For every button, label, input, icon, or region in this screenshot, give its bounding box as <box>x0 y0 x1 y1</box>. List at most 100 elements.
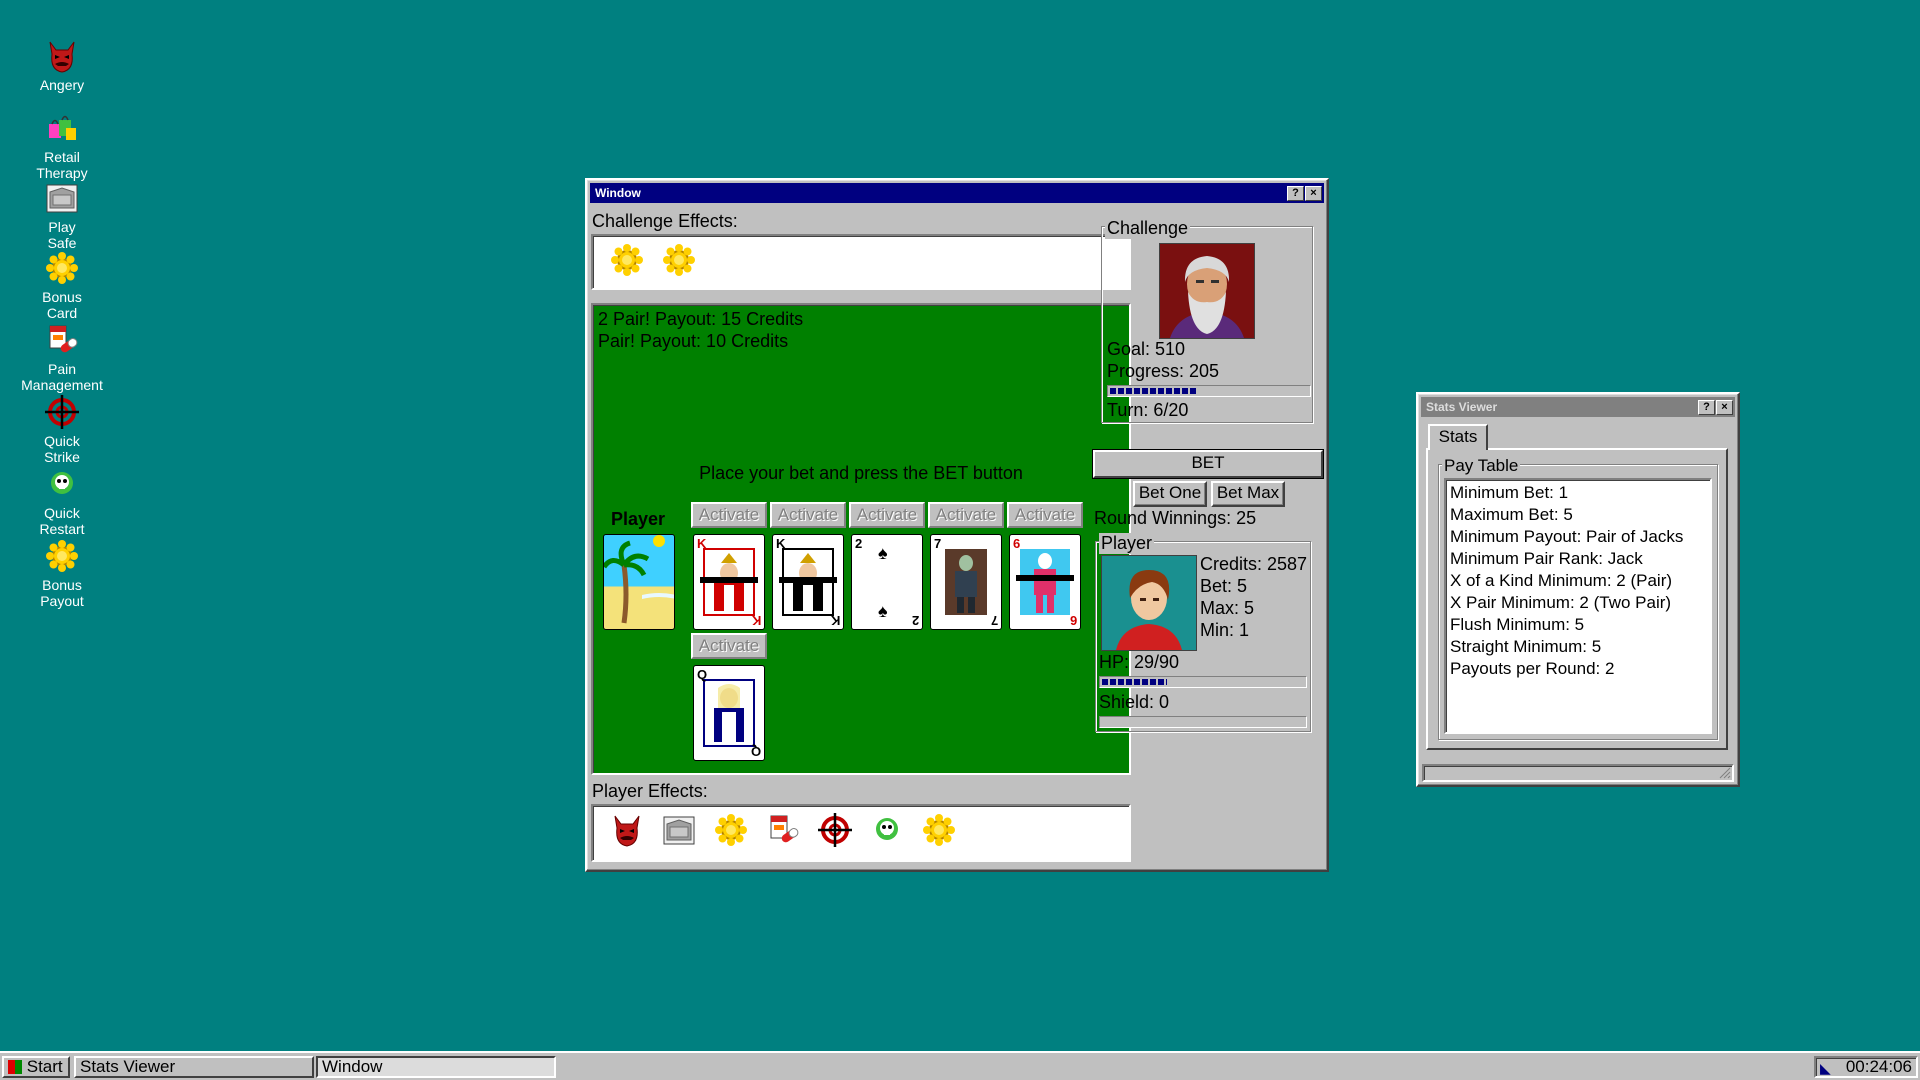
help-button[interactable]: ? <box>1287 186 1304 201</box>
activate-button[interactable]: Activate <box>849 502 925 528</box>
desktop-icon-retail-therapy[interactable]: Retail Therapy <box>14 110 110 181</box>
challenge-boss-portrait <box>1159 243 1255 339</box>
skull-icon <box>44 466 80 502</box>
stats-viewer-title: Stats Viewer <box>1426 400 1498 414</box>
player-max: Max: 5 <box>1200 598 1255 618</box>
gold-coin-icon[interactable] <box>661 242 697 278</box>
card-rank: Q <box>697 667 708 682</box>
pay-table-list[interactable]: Minimum Bet: 1 Maximum Bet: 5 Minimum Payo… <box>1444 478 1712 734</box>
bet-one-button[interactable]: Bet One <box>1133 481 1207 507</box>
challenge-progress: Progress: 205 <box>1107 361 1220 381</box>
crosshair-icon <box>44 394 80 430</box>
player-card[interactable] <box>603 534 675 630</box>
desktop-icon-angery[interactable]: Angery <box>14 38 110 93</box>
safe-icon <box>44 180 80 216</box>
desktop-icon-quick-restart[interactable]: Quick Restart <box>14 466 110 537</box>
hp-bar-fill <box>1102 679 1167 685</box>
hp-bar <box>1099 676 1307 688</box>
player-effects-label: Player Effects: <box>592 781 708 801</box>
playing-card[interactable]: KK <box>772 534 844 630</box>
activate-button[interactable]: Activate <box>1007 502 1083 528</box>
desktop-icon-play-safe[interactable]: Play Safe <box>14 180 110 251</box>
desktop-icon-label: Retail Therapy <box>36 149 88 181</box>
card-rank: 7 <box>934 536 942 551</box>
start-label: Start <box>26 1057 63 1076</box>
bet-max-button[interactable]: Bet Max <box>1211 481 1285 507</box>
start-button[interactable]: Start <box>2 1056 70 1078</box>
card-rank: K <box>697 536 707 551</box>
gold-coin-icon[interactable] <box>609 242 645 278</box>
playing-card[interactable]: ♠ ♠ 2 2 <box>851 534 923 630</box>
devil-face-icon[interactable] <box>609 812 645 848</box>
pay-table-item: X Pair Minimum: 2 (Two Pair) <box>1450 593 1672 612</box>
player-stats: Credits: 2587 Bet: 5 Max: 5 Min: 1 <box>1200 553 1307 641</box>
desktop-icon-label: Bonus Payout <box>40 577 84 609</box>
gold-coin-icon[interactable] <box>713 812 749 848</box>
card-rank: K <box>830 613 840 628</box>
safe-icon[interactable] <box>661 812 697 848</box>
system-tray: ◣ 00:24:06 <box>1814 1056 1918 1078</box>
stats-help-button[interactable]: ? <box>1698 400 1715 415</box>
player-portrait <box>1101 555 1197 651</box>
stats-close-button[interactable]: × <box>1716 400 1733 415</box>
card-rank: 6 <box>1013 536 1021 551</box>
pay-table-item: Minimum Bet: 1 <box>1450 483 1569 502</box>
resize-grip-icon[interactable] <box>1719 767 1731 779</box>
desktop-icon-pain-management[interactable]: Pain Management <box>14 322 110 393</box>
bet-button[interactable]: BET <box>1093 450 1323 478</box>
card-rank: 2 <box>855 536 863 551</box>
main-window-titlebar[interactable]: Window ? × <box>590 183 1324 203</box>
player-group-label: Player <box>1099 533 1155 554</box>
card-rank: 7 <box>990 613 998 628</box>
volume-icon[interactable]: ◣ <box>1820 1059 1831 1077</box>
stats-viewer-titlebar[interactable]: Stats Viewer ? × <box>1421 397 1735 417</box>
card-rank: 6 <box>1069 613 1077 628</box>
card-rank: K <box>751 613 761 628</box>
pills-icon[interactable] <box>765 812 801 848</box>
playing-card[interactable]: 66 <box>1009 534 1081 630</box>
desktop-icon-quick-strike[interactable]: Quick Strike <box>14 394 110 465</box>
status-bar <box>1422 764 1734 782</box>
window-title: Window <box>595 186 641 200</box>
challenge-turn: Turn: 6/20 <box>1107 400 1189 420</box>
pay-table-item: Payouts per Round: 2 <box>1450 659 1615 678</box>
playing-card[interactable]: 77 <box>930 534 1002 630</box>
pay-table-item: Minimum Pair Rank: Jack <box>1450 549 1643 568</box>
desktop-icon-label: Angery <box>39 77 85 93</box>
desktop-icon-label: Bonus Card <box>42 289 82 321</box>
main-window: Window ? × Challenge Effects: 2 Pair! Pa… <box>585 178 1329 872</box>
activate-button[interactable]: Activate <box>928 502 1004 528</box>
close-button[interactable]: × <box>1305 186 1322 201</box>
task-window[interactable]: Window <box>316 1056 556 1078</box>
gold-coin-icon <box>44 250 80 286</box>
crosshair-icon[interactable] <box>817 812 853 848</box>
skull-icon[interactable] <box>869 812 905 848</box>
tab-stats[interactable]: Stats <box>1428 424 1488 450</box>
challenge-goal: Goal: 510 <box>1107 339 1186 359</box>
activate-button[interactable]: Activate <box>770 502 846 528</box>
player-bet: Bet: 5 <box>1200 576 1248 596</box>
player-effects-box <box>591 804 1131 862</box>
pay-table-label: Pay Table <box>1442 456 1521 476</box>
shopping-bags-icon <box>44 110 80 146</box>
task-stats-viewer[interactable]: Stats Viewer <box>74 1056 314 1078</box>
player-credits: Credits: 2587 <box>1200 554 1308 574</box>
gold-coin-icon[interactable] <box>921 812 957 848</box>
gold-coin-icon <box>44 538 80 574</box>
player-min: Min: 1 <box>1200 620 1250 640</box>
log-line: 2 Pair! Payout: 15 Credits <box>598 309 804 329</box>
challenge-effects-label: Challenge Effects: <box>592 211 738 231</box>
playing-card[interactable]: KK <box>693 534 765 630</box>
card-rank: K <box>776 536 786 551</box>
player-label: Player <box>611 509 666 529</box>
message-log: 2 Pair! Payout: 15 Credits Pair! Payout:… <box>598 308 803 352</box>
suit-pip: ♠ <box>878 601 888 621</box>
desktop-icon-bonus-payout[interactable]: Bonus Payout <box>14 538 110 609</box>
desktop-icon-bonus-card[interactable]: Bonus Card <box>14 250 110 321</box>
desktop-icon-label: Pain Management <box>21 361 103 393</box>
playing-card[interactable]: QQ <box>693 665 765 761</box>
activate-button[interactable]: Activate <box>691 633 767 659</box>
challenge-progress-fill <box>1110 388 1197 394</box>
clock: 00:24:06 <box>1845 1057 1912 1076</box>
activate-button[interactable]: Activate <box>691 502 767 528</box>
